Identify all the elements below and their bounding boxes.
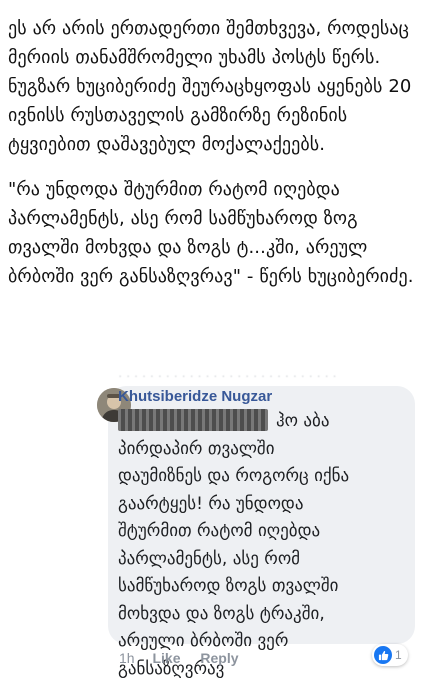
- reaction-summary[interactable]: 1: [372, 644, 408, 666]
- thumbs-up-icon: [374, 646, 392, 664]
- comment-line: დაუმიზნეს და როგორც იქნა: [118, 466, 350, 486]
- comment-line: შტურმით რატომ იღებდა: [118, 521, 321, 541]
- comment-timestamp[interactable]: 1h: [119, 650, 135, 666]
- reply-button[interactable]: Reply: [200, 650, 238, 666]
- article-paragraph-1: ეს არ არის ერთადერთი შემთხვევა, როდესაც …: [8, 18, 412, 155]
- article-paragraph-2: "რა უნდოდა შტურმით რატომ იღებდა პარლამენ…: [8, 179, 414, 287]
- comment-line: სამწუხაროდ ზოგს თვალში: [118, 576, 339, 596]
- comment-actions: 1h Like Reply: [119, 650, 255, 666]
- comment-line: მოხვდა და ზოგს ტრაკში,: [118, 603, 325, 624]
- comment-line: პირდაპირ თვალში: [118, 438, 275, 459]
- comment-line: ჰო აბა: [118, 408, 410, 436]
- redacted-mention: [118, 409, 268, 431]
- reaction-count: 1: [395, 648, 402, 662]
- comment-line: გაარტყეს! რა უნდოდა: [118, 493, 304, 514]
- article-text: ეს არ არის ერთადერთი შემთხვევა, როდესაც …: [8, 14, 416, 291]
- comment-author-name[interactable]: Khutsiberidze Nugzar: [118, 388, 272, 405]
- comment-line: პარლამენტს, ასე რომ: [118, 548, 301, 569]
- comment-text: ჰო აბა პირდაპირ თვალში დაუმიზნეს და როგო…: [118, 408, 410, 683]
- like-button[interactable]: Like: [152, 650, 180, 666]
